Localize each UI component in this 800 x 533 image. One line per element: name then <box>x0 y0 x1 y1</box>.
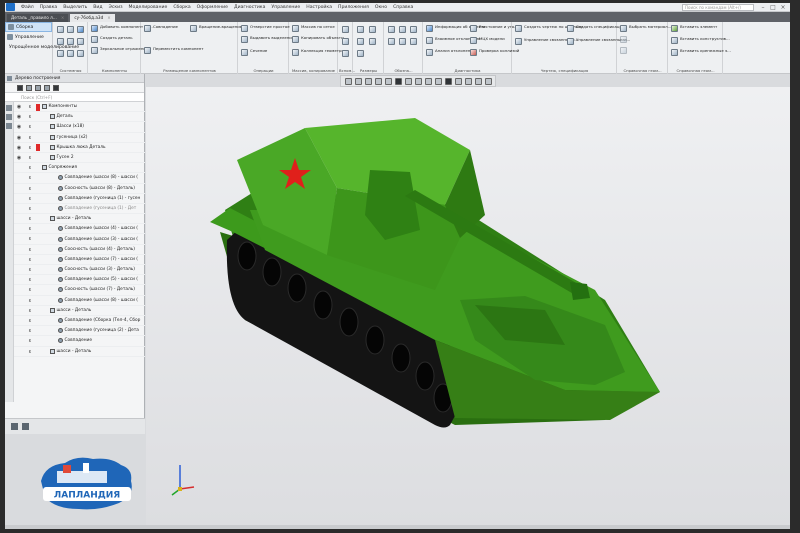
axis-triad-icon <box>171 465 195 496</box>
lapland-logo: ЛАПЛАНДИЯ <box>41 457 132 510</box>
status-bar <box>5 525 790 529</box>
logo-text: ЛАПЛАНДИЯ <box>54 491 120 501</box>
3d-viewport[interactable] <box>146 87 790 529</box>
kompas-3d-window: Файл Правка Выделить Вид Эскиз Моделиров… <box>5 3 790 529</box>
muzzle[interactable] <box>570 282 590 300</box>
